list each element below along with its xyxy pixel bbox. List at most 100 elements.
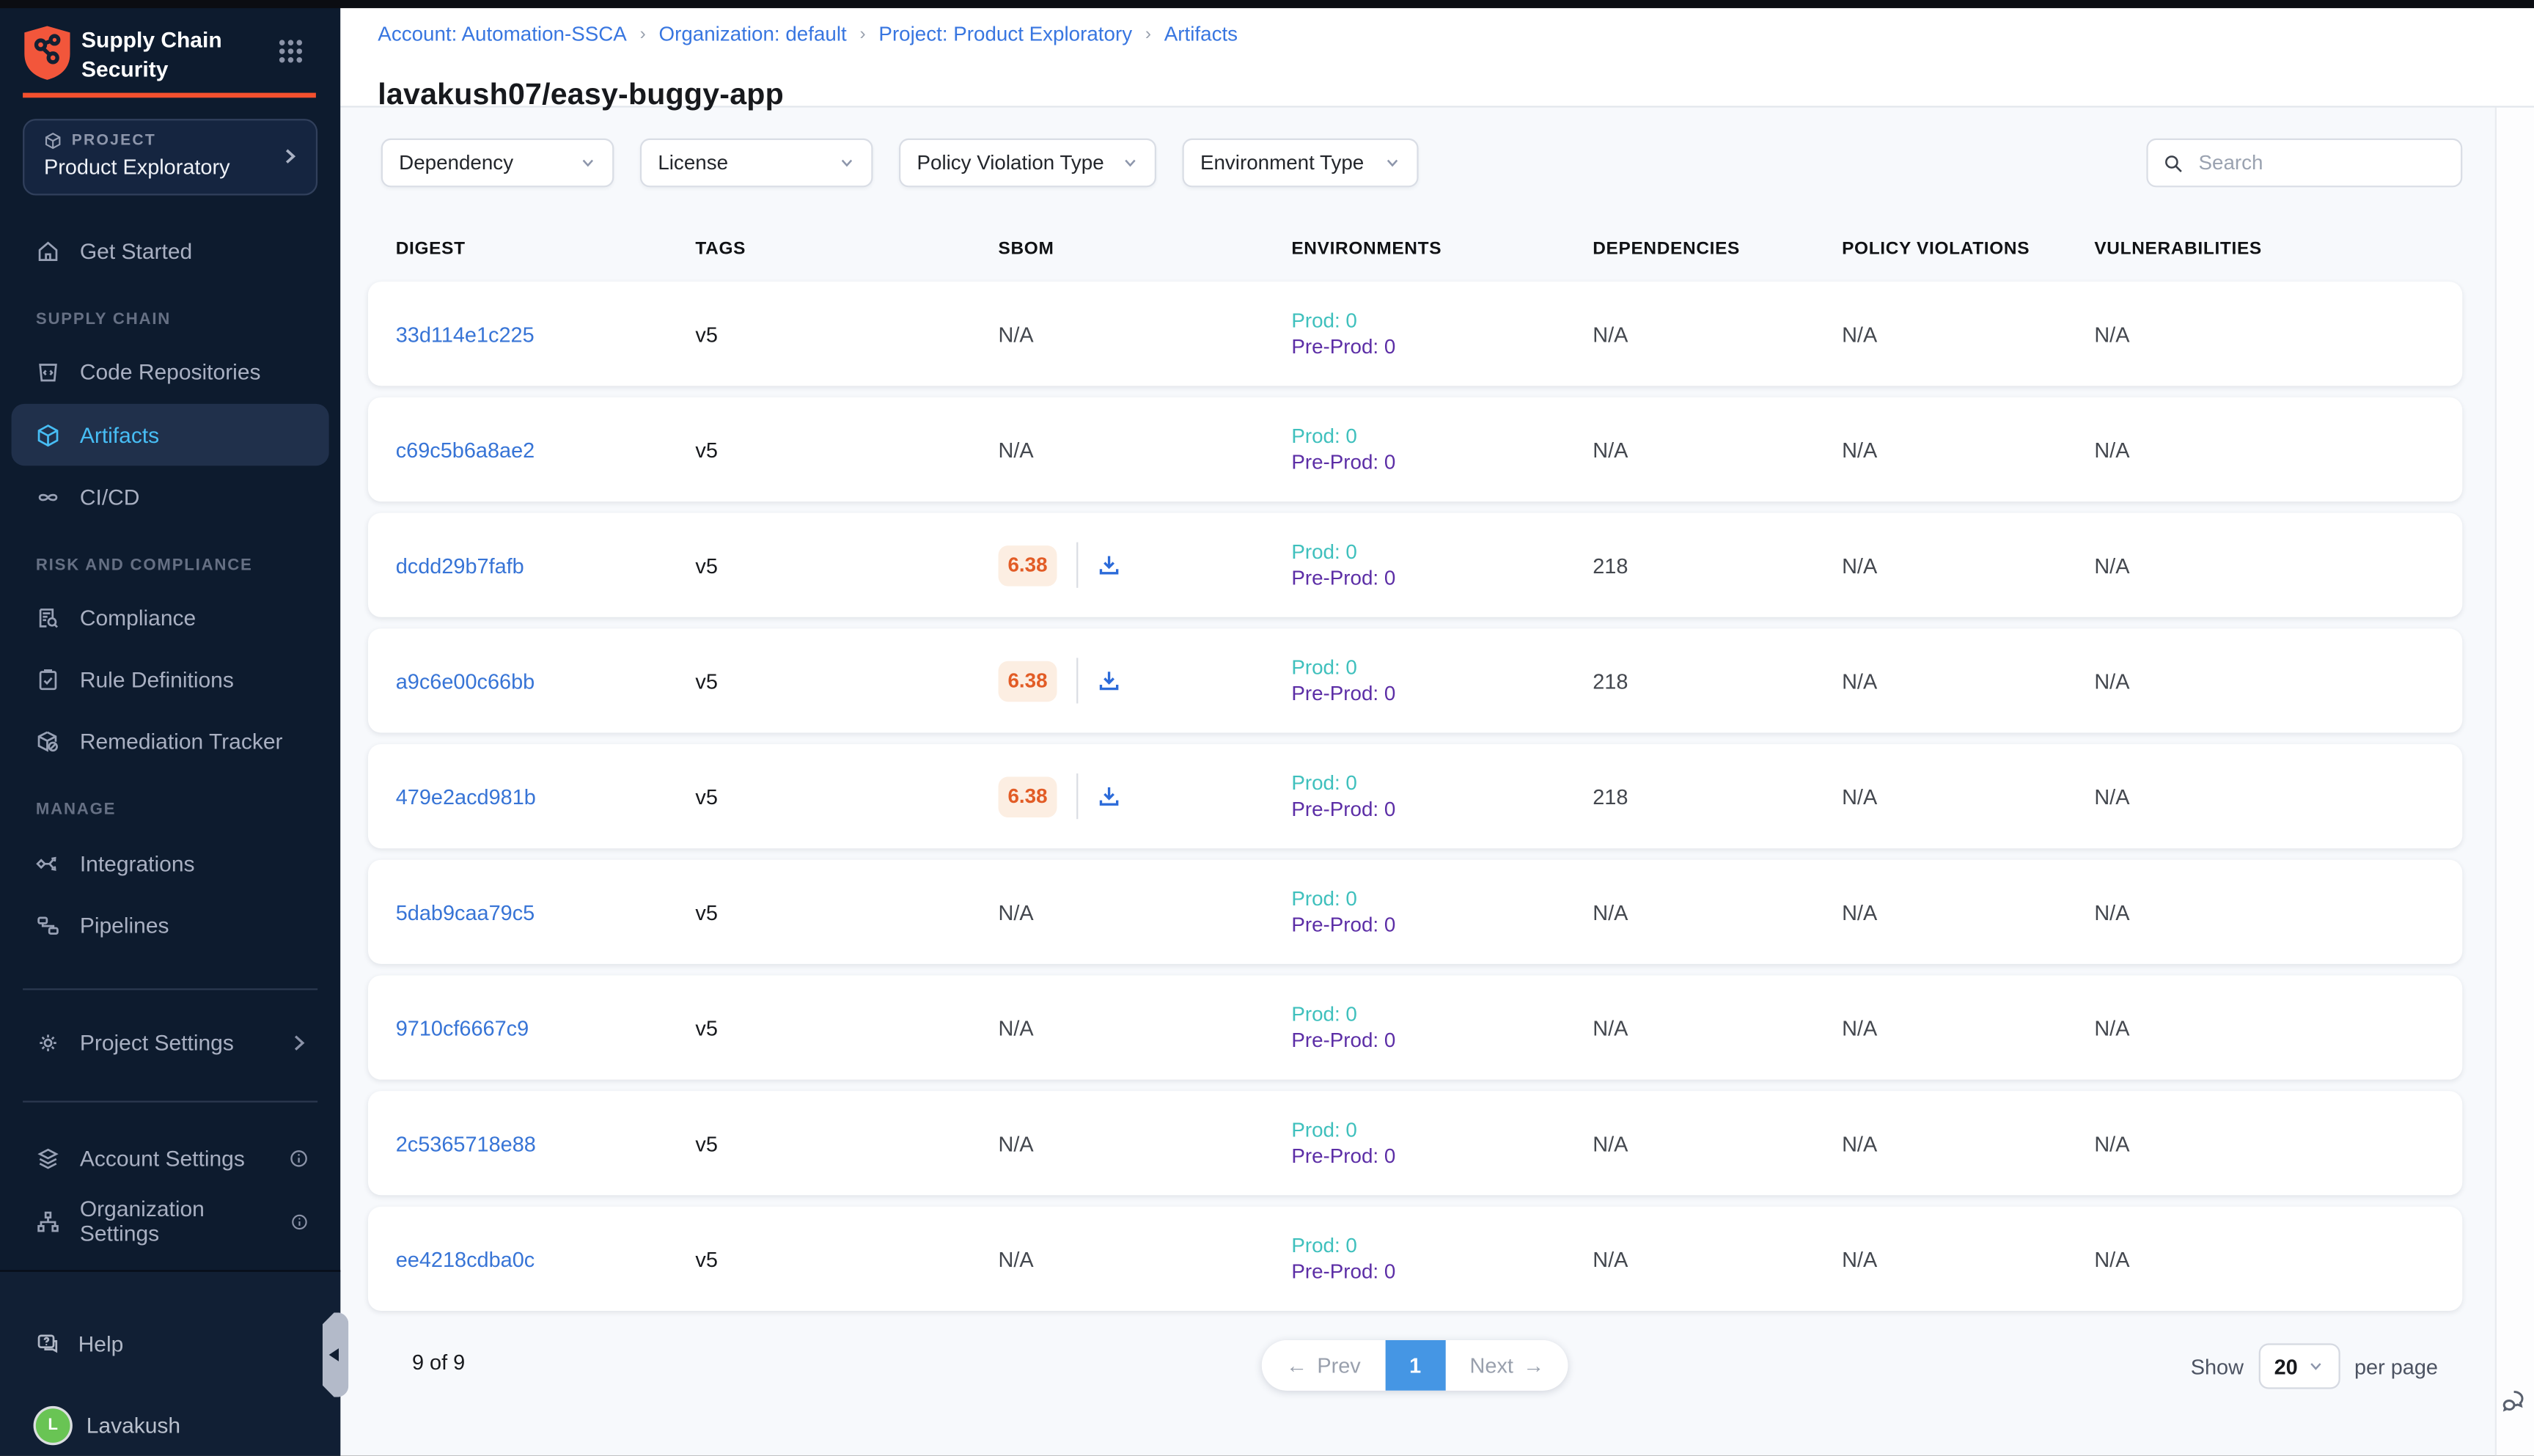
page-number-button[interactable]: 1	[1385, 1340, 1445, 1391]
chat-bubbles-icon[interactable]	[2502, 1386, 2531, 1415]
sidebar-item-account-settings[interactable]: Account Settings	[12, 1127, 329, 1188]
sbom-score-badge[interactable]: 6.38	[999, 661, 1057, 702]
dependencies-value[interactable]: 218	[1593, 553, 1842, 577]
digest-link[interactable]: c69c5b6a8ae2	[396, 437, 696, 461]
sidebar-item-get-started[interactable]: Get Started	[12, 220, 329, 282]
policy-violation-type-filter-select[interactable]: Policy Violation Type	[899, 139, 1156, 188]
per-page-label: per page	[2354, 1354, 2438, 1378]
tag-value: v5	[695, 900, 998, 924]
sidebar-item-cicd[interactable]: CI/CD	[12, 466, 329, 527]
download-sbom-icon[interactable]	[1096, 552, 1123, 578]
vulnerabilities-value: N/A	[2094, 322, 2436, 346]
sbom-cell: 6.38	[999, 773, 1292, 819]
chevron-down-icon	[839, 155, 855, 171]
sidebar-item-artifacts[interactable]: Artifacts	[12, 404, 329, 466]
sbom-score-badge[interactable]: 6.38	[999, 776, 1057, 817]
artifact-table-body: 33d114e1c225 v5 N/A Prod: 0 Pre-Prod: 0 …	[368, 282, 2462, 1311]
digest-link[interactable]: 5dab9caa79c5	[396, 900, 696, 924]
digest-link[interactable]: 479e2acd981b	[396, 784, 696, 808]
digest-link[interactable]: 2c5365718e88	[396, 1131, 696, 1155]
section-label-manage: MANAGE	[36, 801, 116, 819]
layers-gear-icon	[36, 1146, 60, 1170]
brand-accent-rule	[23, 93, 316, 98]
env-prod: Prod: 0	[1291, 1117, 1593, 1144]
chevron-down-icon	[580, 155, 596, 171]
env-preprod: Pre-Prod: 0	[1291, 1259, 1593, 1286]
arrow-right-icon: →	[1523, 1353, 1544, 1378]
page-size-select[interactable]: 20	[2258, 1343, 2340, 1389]
window-top-edge	[0, 0, 2534, 8]
digest-link[interactable]: 33d114e1c225	[396, 322, 696, 346]
digest-link[interactable]: dcdd29b7fafb	[396, 553, 696, 577]
user-menu[interactable]: L Lavakush	[12, 1399, 329, 1451]
dependency-filter-select[interactable]: Dependency	[381, 139, 614, 188]
pagination-bar: 9 of 9 ← Prev 1 Next → Show 20 per page	[368, 1335, 2462, 1394]
digest-link[interactable]: ee4218cdba0c	[396, 1246, 696, 1271]
dependencies-value: N/A	[1593, 1015, 1842, 1040]
digest-link[interactable]: 9710cf6667c9	[396, 1015, 696, 1040]
column-header-digest: DIGEST	[396, 240, 696, 260]
code-repository-icon	[36, 359, 60, 383]
chevron-down-icon	[2307, 1358, 2324, 1374]
download-sbom-icon[interactable]	[1096, 783, 1123, 809]
sidebar-item-compliance[interactable]: Compliance	[12, 587, 329, 648]
page-size-control: Show 20 per page	[2191, 1343, 2438, 1389]
breadcrumb-artifacts[interactable]: Artifacts	[1164, 23, 1238, 45]
sidebar-item-integrations[interactable]: Integrations	[12, 832, 329, 894]
env-prod: Prod: 0	[1291, 885, 1593, 912]
environments-cell: Prod: 0 Pre-Prod: 0	[1291, 538, 1593, 592]
tag-value: v5	[695, 784, 998, 808]
sbom-cell: N/A	[999, 1246, 1292, 1271]
license-filter-select[interactable]: License	[640, 139, 873, 188]
environments-cell: Prod: 0 Pre-Prod: 0	[1291, 1117, 1593, 1170]
box-tag-icon	[36, 729, 60, 753]
sbom-cell: N/A	[999, 1015, 1292, 1040]
search-box	[2146, 139, 2462, 188]
sidebar-item-pipelines[interactable]: Pipelines	[12, 894, 329, 955]
collapse-left-arrow-icon	[329, 1348, 339, 1361]
sbom-na: N/A	[999, 322, 1034, 346]
sbom-score-badge[interactable]: 6.38	[999, 545, 1057, 586]
supply-chain-security-logo-icon	[23, 24, 72, 81]
sidebar-item-rule-definitions[interactable]: Rule Definitions	[12, 648, 329, 710]
download-sbom-icon[interactable]	[1096, 668, 1123, 694]
sidebar-divider	[23, 988, 317, 990]
dependencies-value: N/A	[1593, 1246, 1842, 1271]
digest-link[interactable]: a9c6e00c66bb	[396, 669, 696, 693]
search-input[interactable]	[2195, 150, 2464, 176]
sbom-group: 6.38	[999, 773, 1292, 819]
breadcrumb-organization[interactable]: Organization: default	[659, 23, 847, 45]
app-switcher-grid-icon[interactable]	[277, 37, 305, 65]
breadcrumb-project[interactable]: Project: Product Exploratory	[878, 23, 1132, 45]
column-header-vulnerabilities: VULNERABILITIES	[2094, 240, 2436, 260]
vulnerabilities-value: N/A	[2094, 553, 2436, 577]
environments-cell: Prod: 0 Pre-Prod: 0	[1291, 307, 1593, 361]
tag-value: v5	[695, 437, 998, 461]
sidebar-item-organization-settings[interactable]: Organization Settings	[12, 1191, 329, 1252]
sidebar-item-project-settings[interactable]: Project Settings	[12, 1011, 329, 1073]
sbom-divider	[1076, 658, 1078, 703]
tag-value: v5	[695, 553, 998, 577]
sidebar-item-help[interactable]: Help	[12, 1317, 329, 1369]
user-name: Lavakush	[87, 1413, 180, 1437]
document-search-icon	[36, 605, 60, 629]
vulnerabilities-value: N/A	[2094, 900, 2436, 924]
sidebar-item-remediation-tracker[interactable]: Remediation Tracker	[12, 710, 329, 771]
sidebar-bottom-panel: Help L Lavakush	[0, 1270, 340, 1455]
arrow-left-icon: ←	[1286, 1353, 1307, 1378]
help-chat-icon	[36, 1331, 60, 1356]
prev-page-button[interactable]: ← Prev	[1262, 1340, 1385, 1391]
dependencies-value[interactable]: 218	[1593, 784, 1842, 808]
env-prod: Prod: 0	[1291, 538, 1593, 565]
environment-type-filter-select[interactable]: Environment Type	[1183, 139, 1419, 188]
breadcrumb-account[interactable]: Account: Automation-SSCA	[378, 23, 627, 45]
gear-icon	[36, 1030, 60, 1054]
dependencies-value[interactable]: 218	[1593, 669, 1842, 693]
sidebar-collapse-handle[interactable]	[323, 1312, 349, 1397]
next-page-button[interactable]: Next →	[1445, 1340, 1568, 1391]
artifact-row: 33d114e1c225 v5 N/A Prod: 0 Pre-Prod: 0 …	[368, 282, 2462, 386]
sidebar-item-code-repositories[interactable]: Code Repositories	[12, 340, 329, 402]
policy-violations-value: N/A	[1842, 1015, 2094, 1040]
dependencies-value: N/A	[1593, 322, 1842, 346]
project-selector[interactable]: PROJECT Product Exploratory	[23, 119, 317, 195]
